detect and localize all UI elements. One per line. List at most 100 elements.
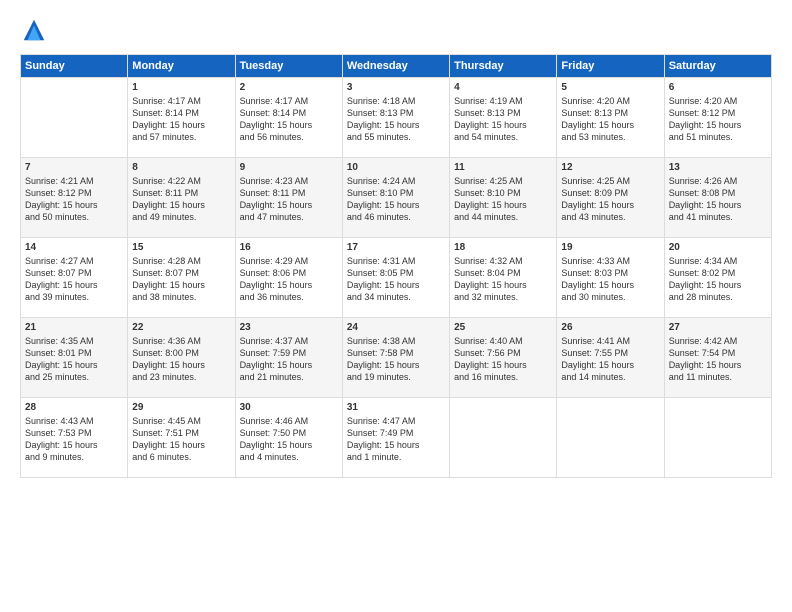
calendar-cell: 6 Sunrise: 4:20 AM Sunset: 8:12 PM Daylig… — [664, 78, 771, 158]
calendar-week-row: 28 Sunrise: 4:43 AM Sunset: 7:53 PM Dayli… — [21, 398, 772, 478]
calendar-cell: 23Sunrise: 4:37 AM Sunset: 7:59 PM Dayli… — [235, 318, 342, 398]
calendar-cell: 14 Sunrise: 4:27 AM Sunset: 8:07 PM Dayli… — [21, 238, 128, 318]
day-info: Sunrise: 4:29 AM Sunset: 8:06 PM Dayligh… — [240, 255, 338, 304]
day-info: Sunrise: 4:32 AM Sunset: 8:04 PM Dayligh… — [454, 255, 552, 304]
day-number: 14 — [25, 242, 123, 253]
calendar-week-row: 14 Sunrise: 4:27 AM Sunset: 8:07 PM Dayli… — [21, 238, 772, 318]
day-info: Sunrise: 4:27 AM Sunset: 8:07 PM Dayligh… — [25, 255, 123, 304]
day-info: Sunrise: 4:23 AM Sunset: 8:11 PM Dayligh… — [240, 175, 338, 224]
page: SundayMondayTuesdayWednesdayThursdayFrid… — [0, 0, 792, 612]
day-info: Sunrise: 4:19 AM Sunset: 8:13 PM Dayligh… — [454, 95, 552, 144]
day-number: 26 — [561, 322, 659, 333]
day-number: 7 — [25, 162, 123, 173]
day-number: 28 — [25, 402, 123, 413]
calendar-week-row: 7 Sunrise: 4:21 AM Sunset: 8:12 PM Daylig… — [21, 158, 772, 238]
weekday-header-monday: Monday — [128, 55, 235, 78]
day-info: Sunrise: 4:20 AM Sunset: 8:13 PM Dayligh… — [561, 95, 659, 144]
day-number: 16 — [240, 242, 338, 253]
day-number: 2 — [240, 82, 338, 93]
day-info: Sunrise: 4:26 AM Sunset: 8:08 PM Dayligh… — [669, 175, 767, 224]
calendar-cell: 13 Sunrise: 4:26 AM Sunset: 8:08 PM Dayli… — [664, 158, 771, 238]
day-number: 31 — [347, 402, 445, 413]
calendar-cell: 7 Sunrise: 4:21 AM Sunset: 8:12 PM Daylig… — [21, 158, 128, 238]
day-info: Sunrise: 4:42 AM Sunset: 7:54 PM Dayligh… — [669, 335, 767, 384]
weekday-header-sunday: Sunday — [21, 55, 128, 78]
day-number: 20 — [669, 242, 767, 253]
day-number: 25 — [454, 322, 552, 333]
day-number: 21 — [25, 322, 123, 333]
weekday-header-friday: Friday — [557, 55, 664, 78]
logo-icon — [20, 16, 48, 44]
calendar-cell: 9 Sunrise: 4:23 AM Sunset: 8:11 PM Daylig… — [235, 158, 342, 238]
day-number: 10 — [347, 162, 445, 173]
calendar-cell: 2 Sunrise: 4:17 AM Sunset: 8:14 PM Daylig… — [235, 78, 342, 158]
calendar-cell: 28 Sunrise: 4:43 AM Sunset: 7:53 PM Dayli… — [21, 398, 128, 478]
weekday-header-saturday: Saturday — [664, 55, 771, 78]
calendar-table: SundayMondayTuesdayWednesdayThursdayFrid… — [20, 54, 772, 478]
day-info: Sunrise: 4:45 AM Sunset: 7:51 PM Dayligh… — [132, 415, 230, 464]
day-number: 24 — [347, 322, 445, 333]
calendar-cell: 26 Sunrise: 4:41 AM Sunset: 7:55 PM Dayli… — [557, 318, 664, 398]
calendar-cell: 15 Sunrise: 4:28 AM Sunset: 8:07 PM Dayli… — [128, 238, 235, 318]
day-number: 30 — [240, 402, 338, 413]
day-number: 18 — [454, 242, 552, 253]
calendar-cell: 30Sunrise: 4:46 AM Sunset: 7:50 PM Dayli… — [235, 398, 342, 478]
day-number: 19 — [561, 242, 659, 253]
day-info: Sunrise: 4:40 AM Sunset: 7:56 PM Dayligh… — [454, 335, 552, 384]
day-info: Sunrise: 4:24 AM Sunset: 8:10 PM Dayligh… — [347, 175, 445, 224]
day-info: Sunrise: 4:17 AM Sunset: 8:14 PM Dayligh… — [132, 95, 230, 144]
calendar-cell: 19 Sunrise: 4:33 AM Sunset: 8:03 PM Dayli… — [557, 238, 664, 318]
day-number: 11 — [454, 162, 552, 173]
day-number: 8 — [132, 162, 230, 173]
weekday-header-tuesday: Tuesday — [235, 55, 342, 78]
calendar-cell: 16 Sunrise: 4:29 AM Sunset: 8:06 PM Dayli… — [235, 238, 342, 318]
day-info: Sunrise: 4:41 AM Sunset: 7:55 PM Dayligh… — [561, 335, 659, 384]
day-number: 13 — [669, 162, 767, 173]
calendar-cell — [450, 398, 557, 478]
header — [20, 16, 772, 44]
calendar-week-row: 21 Sunrise: 4:35 AM Sunset: 8:01 PM Dayli… — [21, 318, 772, 398]
weekday-header-row: SundayMondayTuesdayWednesdayThursdayFrid… — [21, 55, 772, 78]
day-info: Sunrise: 4:33 AM Sunset: 8:03 PM Dayligh… — [561, 255, 659, 304]
calendar-cell: 1 Sunrise: 4:17 AM Sunset: 8:14 PM Daylig… — [128, 78, 235, 158]
day-number: 6 — [669, 82, 767, 93]
calendar-cell: 8 Sunrise: 4:22 AM Sunset: 8:11 PM Daylig… — [128, 158, 235, 238]
day-info: Sunrise: 4:17 AM Sunset: 8:14 PM Dayligh… — [240, 95, 338, 144]
day-number: 3 — [347, 82, 445, 93]
day-info: Sunrise: 4:20 AM Sunset: 8:12 PM Dayligh… — [669, 95, 767, 144]
calendar-cell: 5 Sunrise: 4:20 AM Sunset: 8:13 PM Daylig… — [557, 78, 664, 158]
day-info: Sunrise: 4:43 AM Sunset: 7:53 PM Dayligh… — [25, 415, 123, 464]
day-info: Sunrise: 4:25 AM Sunset: 8:10 PM Dayligh… — [454, 175, 552, 224]
day-info: Sunrise: 4:35 AM Sunset: 8:01 PM Dayligh… — [25, 335, 123, 384]
day-info: Sunrise: 4:31 AM Sunset: 8:05 PM Dayligh… — [347, 255, 445, 304]
weekday-header-wednesday: Wednesday — [342, 55, 449, 78]
calendar-cell: 3 Sunrise: 4:18 AM Sunset: 8:13 PM Daylig… — [342, 78, 449, 158]
calendar-cell: 10 Sunrise: 4:24 AM Sunset: 8:10 PM Dayli… — [342, 158, 449, 238]
day-number: 15 — [132, 242, 230, 253]
day-number: 17 — [347, 242, 445, 253]
day-number: 4 — [454, 82, 552, 93]
calendar-cell: 31 Sunrise: 4:47 AM Sunset: 7:49 PM Dayli… — [342, 398, 449, 478]
day-number: 1 — [132, 82, 230, 93]
calendar-cell: 11 Sunrise: 4:25 AM Sunset: 8:10 PM Dayli… — [450, 158, 557, 238]
calendar-cell: 21 Sunrise: 4:35 AM Sunset: 8:01 PM Dayli… — [21, 318, 128, 398]
day-info: Sunrise: 4:21 AM Sunset: 8:12 PM Dayligh… — [25, 175, 123, 224]
calendar-cell: 24 Sunrise: 4:38 AM Sunset: 7:58 PM Dayli… — [342, 318, 449, 398]
day-info: Sunrise: 4:22 AM Sunset: 8:11 PM Dayligh… — [132, 175, 230, 224]
day-info: Sunrise: 4:34 AM Sunset: 8:02 PM Dayligh… — [669, 255, 767, 304]
calendar-cell — [21, 78, 128, 158]
day-info: Sunrise: 4:28 AM Sunset: 8:07 PM Dayligh… — [132, 255, 230, 304]
day-number: 5 — [561, 82, 659, 93]
day-number: 22 — [132, 322, 230, 333]
weekday-header-thursday: Thursday — [450, 55, 557, 78]
calendar-week-row: 1 Sunrise: 4:17 AM Sunset: 8:14 PM Daylig… — [21, 78, 772, 158]
day-number: 9 — [240, 162, 338, 173]
day-info: Sunrise: 4:47 AM Sunset: 7:49 PM Dayligh… — [347, 415, 445, 464]
calendar-cell: 29Sunrise: 4:45 AM Sunset: 7:51 PM Dayli… — [128, 398, 235, 478]
day-info: Sunrise: 4:18 AM Sunset: 8:13 PM Dayligh… — [347, 95, 445, 144]
calendar-cell: 4 Sunrise: 4:19 AM Sunset: 8:13 PM Daylig… — [450, 78, 557, 158]
calendar-cell: 25 Sunrise: 4:40 AM Sunset: 7:56 PM Dayli… — [450, 318, 557, 398]
day-info: Sunrise: 4:38 AM Sunset: 7:58 PM Dayligh… — [347, 335, 445, 384]
calendar-cell: 20 Sunrise: 4:34 AM Sunset: 8:02 PM Dayli… — [664, 238, 771, 318]
day-info: Sunrise: 4:36 AM Sunset: 8:00 PM Dayligh… — [132, 335, 230, 384]
